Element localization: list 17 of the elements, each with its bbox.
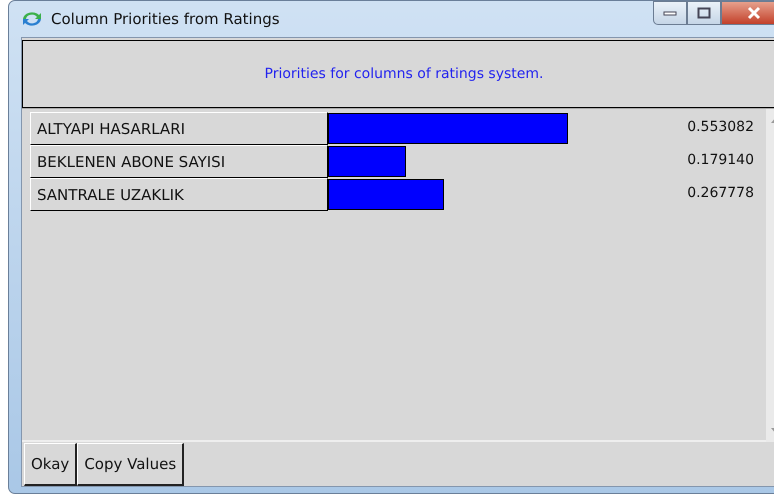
minimize-icon xyxy=(663,10,677,16)
priority-value: 0.179140 xyxy=(687,152,754,168)
minimize-button[interactable] xyxy=(653,1,687,25)
close-icon xyxy=(746,6,762,20)
maximize-icon xyxy=(697,7,711,19)
dialog-button[interactable]: Copy Values xyxy=(77,443,184,486)
window-title: Column Priorities from Ratings xyxy=(51,10,280,28)
dialog-button[interactable]: Okay xyxy=(24,443,78,486)
column-name: SANTRALE UZAKLIK xyxy=(30,178,328,211)
maximize-button[interactable] xyxy=(687,1,721,25)
column-name: BEKLENEN ABONE SAYISI xyxy=(30,145,328,178)
priority-value: 0.553082 xyxy=(687,119,754,135)
header-text: Priorities for columns of ratings system. xyxy=(264,65,544,84)
close-button[interactable] xyxy=(721,1,774,25)
priority-value: 0.267778 xyxy=(687,185,754,201)
refresh-icon xyxy=(21,10,43,28)
column-name: ALTYAPI HASARLARI xyxy=(30,112,328,145)
